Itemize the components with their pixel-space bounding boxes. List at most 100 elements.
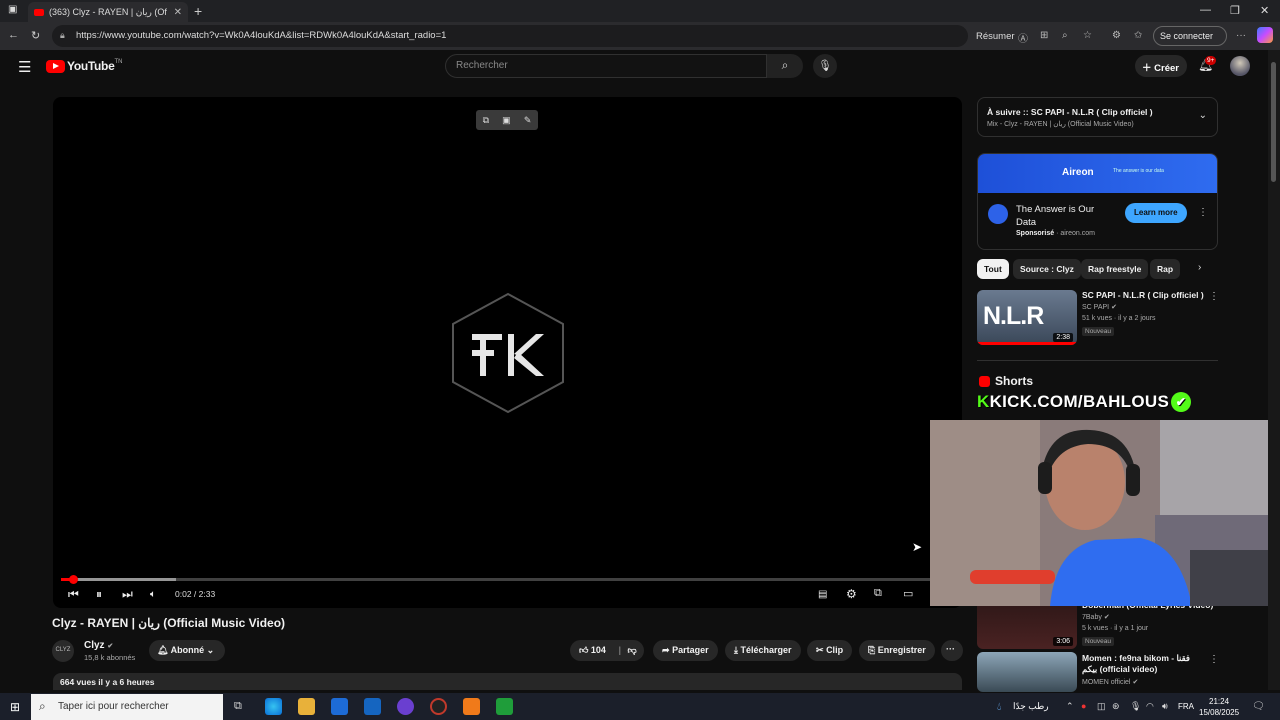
read-aloud-icon[interactable]: Ⓐ	[1018, 30, 1028, 45]
miniplayer-icon[interactable]: ⧉	[874, 587, 882, 600]
wifi-icon[interactable]: ◠	[1146, 701, 1154, 712]
more-options-icon[interactable]: ···	[1236, 30, 1246, 41]
video-thumbnail[interactable]	[977, 652, 1077, 692]
create-button[interactable]: ＋ Créer	[1135, 55, 1187, 77]
previous-icon[interactable]: ⏮	[68, 587, 79, 602]
progress-track[interactable]	[61, 578, 956, 581]
ad-more-icon[interactable]: ⋮	[1198, 207, 1208, 218]
microphone-icon[interactable]: 🎙︎	[1130, 701, 1141, 712]
chip-rap[interactable]: Rap	[1150, 259, 1181, 279]
extensions-icon[interactable]: ⚙	[1112, 30, 1121, 41]
kick-url-text: KICK.COM/BAHLOUS	[989, 392, 1170, 411]
volume-icon[interactable]: 🔈︎	[150, 589, 156, 600]
theater-mode-icon[interactable]: ▭	[903, 587, 913, 600]
save-button[interactable]: ⎘ Enregistrer	[859, 640, 935, 661]
hamburger-menu-icon[interactable]: ☰	[18, 58, 31, 76]
volume-icon[interactable]: 🔊︎	[1162, 701, 1168, 712]
pause-icon[interactable]: ⏸	[96, 587, 102, 602]
channel-name[interactable]: Clyz ✔	[84, 640, 113, 651]
maximize-icon[interactable]: ❐	[1230, 4, 1240, 17]
video-channel[interactable]: SC PAPI ✔	[1082, 303, 1117, 311]
chevron-down-icon[interactable]: ⌄	[1199, 110, 1207, 121]
youtube-logo[interactable]: YouTube TN	[46, 59, 122, 73]
outlook-icon[interactable]	[364, 698, 381, 715]
next-icon[interactable]: ⏭	[122, 587, 133, 602]
app-icon[interactable]	[463, 698, 480, 715]
more-horizontal-icon: ···	[946, 644, 955, 654]
game-app-icon[interactable]	[496, 698, 513, 715]
more-actions-button[interactable]: ···	[941, 640, 963, 661]
video-more-icon[interactable]: ⋮	[1209, 654, 1219, 665]
channel-avatar[interactable]: CLYZ	[52, 640, 74, 662]
weather-text[interactable]: رطب جدًا	[1013, 701, 1049, 712]
video-more-icon[interactable]: ⋮	[1209, 291, 1219, 302]
resume-button[interactable]: Résumer	[976, 31, 1015, 42]
account-avatar[interactable]	[1230, 56, 1250, 76]
store-icon[interactable]	[331, 698, 348, 715]
chip-all[interactable]: Tout	[977, 259, 1009, 279]
show-hidden-icons[interactable]: ⌃	[1066, 701, 1074, 712]
subtitles-icon[interactable]: ▤	[818, 589, 827, 600]
scrollbar-thumb[interactable]	[1271, 62, 1276, 182]
favorite-star-icon[interactable]: ☆	[1083, 30, 1092, 41]
voice-search-button[interactable]: 🎙︎	[813, 54, 837, 78]
video-title[interactable]: SC PAPI - N.L.R ( Clip officiel )	[1082, 290, 1204, 300]
subscribed-button[interactable]: 🔔︎ Abonné ⌄	[149, 640, 225, 661]
pip-icon[interactable]: ⧉	[483, 115, 489, 126]
ad-banner[interactable]: Aireon The answer is our data	[978, 154, 1217, 193]
chip-source[interactable]: Source : Clyz	[1013, 259, 1081, 279]
tray-app-icon[interactable]: ◫	[1097, 701, 1106, 712]
up-next-title: À suivre :: SC PAPI - N.L.R ( Clip offic…	[987, 107, 1153, 117]
like-count[interactable]: 104	[591, 645, 606, 655]
obs-icon[interactable]	[430, 698, 447, 715]
file-explorer-icon[interactable]	[298, 698, 315, 715]
taskbar-search-input[interactable]: ⌕ Taper ici pour rechercher	[31, 694, 223, 720]
video-title[interactable]: Momen : fe9na bikom - فقنا بيكم (officia…	[1082, 653, 1202, 675]
notification-center-icon[interactable]: 🗨︎	[1252, 701, 1265, 712]
search-input[interactable]: Rechercher	[445, 54, 767, 78]
input-language[interactable]: FRA	[1178, 702, 1194, 711]
discord-icon[interactable]	[397, 698, 414, 715]
window-menu-icon[interactable]: ▣	[8, 4, 17, 15]
search-button[interactable]: ⌕	[767, 54, 803, 78]
description-box[interactable]: 664 vues il y a 6 heures	[53, 673, 962, 690]
learn-more-button[interactable]: Learn more	[1125, 203, 1187, 223]
zoom-icon[interactable]: ⌕	[1062, 30, 1068, 41]
record-icon[interactable]: ●	[1081, 701, 1086, 711]
minimize-icon[interactable]: —	[1200, 4, 1211, 16]
notes-icon[interactable]: ✎	[524, 115, 532, 126]
edge-browser-icon[interactable]	[265, 698, 282, 715]
windows-start-icon[interactable]: ⊞	[10, 700, 20, 714]
notification-badge: 9+	[1205, 56, 1217, 65]
chevron-right-icon[interactable]: ›	[1198, 262, 1201, 273]
up-next-playlist-panel[interactable]: À suivre :: SC PAPI - N.L.R ( Clip offic…	[977, 97, 1218, 137]
scrubber-handle[interactable]	[68, 575, 78, 584]
taskbar-clock[interactable]: 21:24 15/08/2025	[1199, 696, 1239, 718]
share-button[interactable]: ➦ Partager	[653, 640, 718, 661]
close-window-icon[interactable]: ✕	[1260, 4, 1269, 17]
dislike-icon[interactable]: 👎︎	[628, 645, 637, 655]
download-button[interactable]: ⤓ Télécharger	[725, 640, 801, 661]
task-view-icon[interactable]: ⧉	[234, 700, 242, 713]
network-icon[interactable]: ⊛	[1112, 701, 1120, 712]
back-icon[interactable]: ←	[8, 29, 19, 41]
browser-tab[interactable]: (363) Clyz - RAYEN | ريان (Of ✕	[28, 2, 188, 22]
new-tab-button[interactable]: +	[194, 3, 202, 19]
apps-icon[interactable]: ⊞	[1040, 30, 1048, 41]
signin-button[interactable]: Se connecter	[1153, 26, 1227, 46]
clip-button[interactable]: ✂ Clip	[807, 640, 853, 661]
video-channel[interactable]: 7Baby ✔	[1082, 613, 1110, 621]
chip-rap-freestyle[interactable]: Rap freestyle	[1081, 259, 1149, 279]
favorites-icon[interactable]: ✩	[1134, 30, 1142, 41]
copilot-icon[interactable]	[1257, 27, 1273, 43]
settings-gear-icon[interactable]: ⚙	[846, 587, 857, 601]
refresh-icon[interactable]: ↻	[31, 29, 40, 42]
video-channel[interactable]: MOMEN officiel ✔	[1082, 678, 1138, 686]
sponsored-ad-card[interactable]: Aireon The answer is our data The Answer…	[977, 153, 1218, 250]
weather-icon[interactable]: 💧︎	[997, 701, 1001, 714]
screenshot-icon[interactable]: ▣	[502, 115, 511, 126]
like-icon[interactable]: 👍︎	[579, 645, 588, 655]
video-thumbnail[interactable]: N.L.R 2:38	[977, 290, 1077, 345]
tab-close-icon[interactable]: ✕	[174, 7, 182, 18]
url-field[interactable]: 🔒︎ https://www.youtube.com/watch?v=Wk0A4…	[52, 25, 968, 47]
